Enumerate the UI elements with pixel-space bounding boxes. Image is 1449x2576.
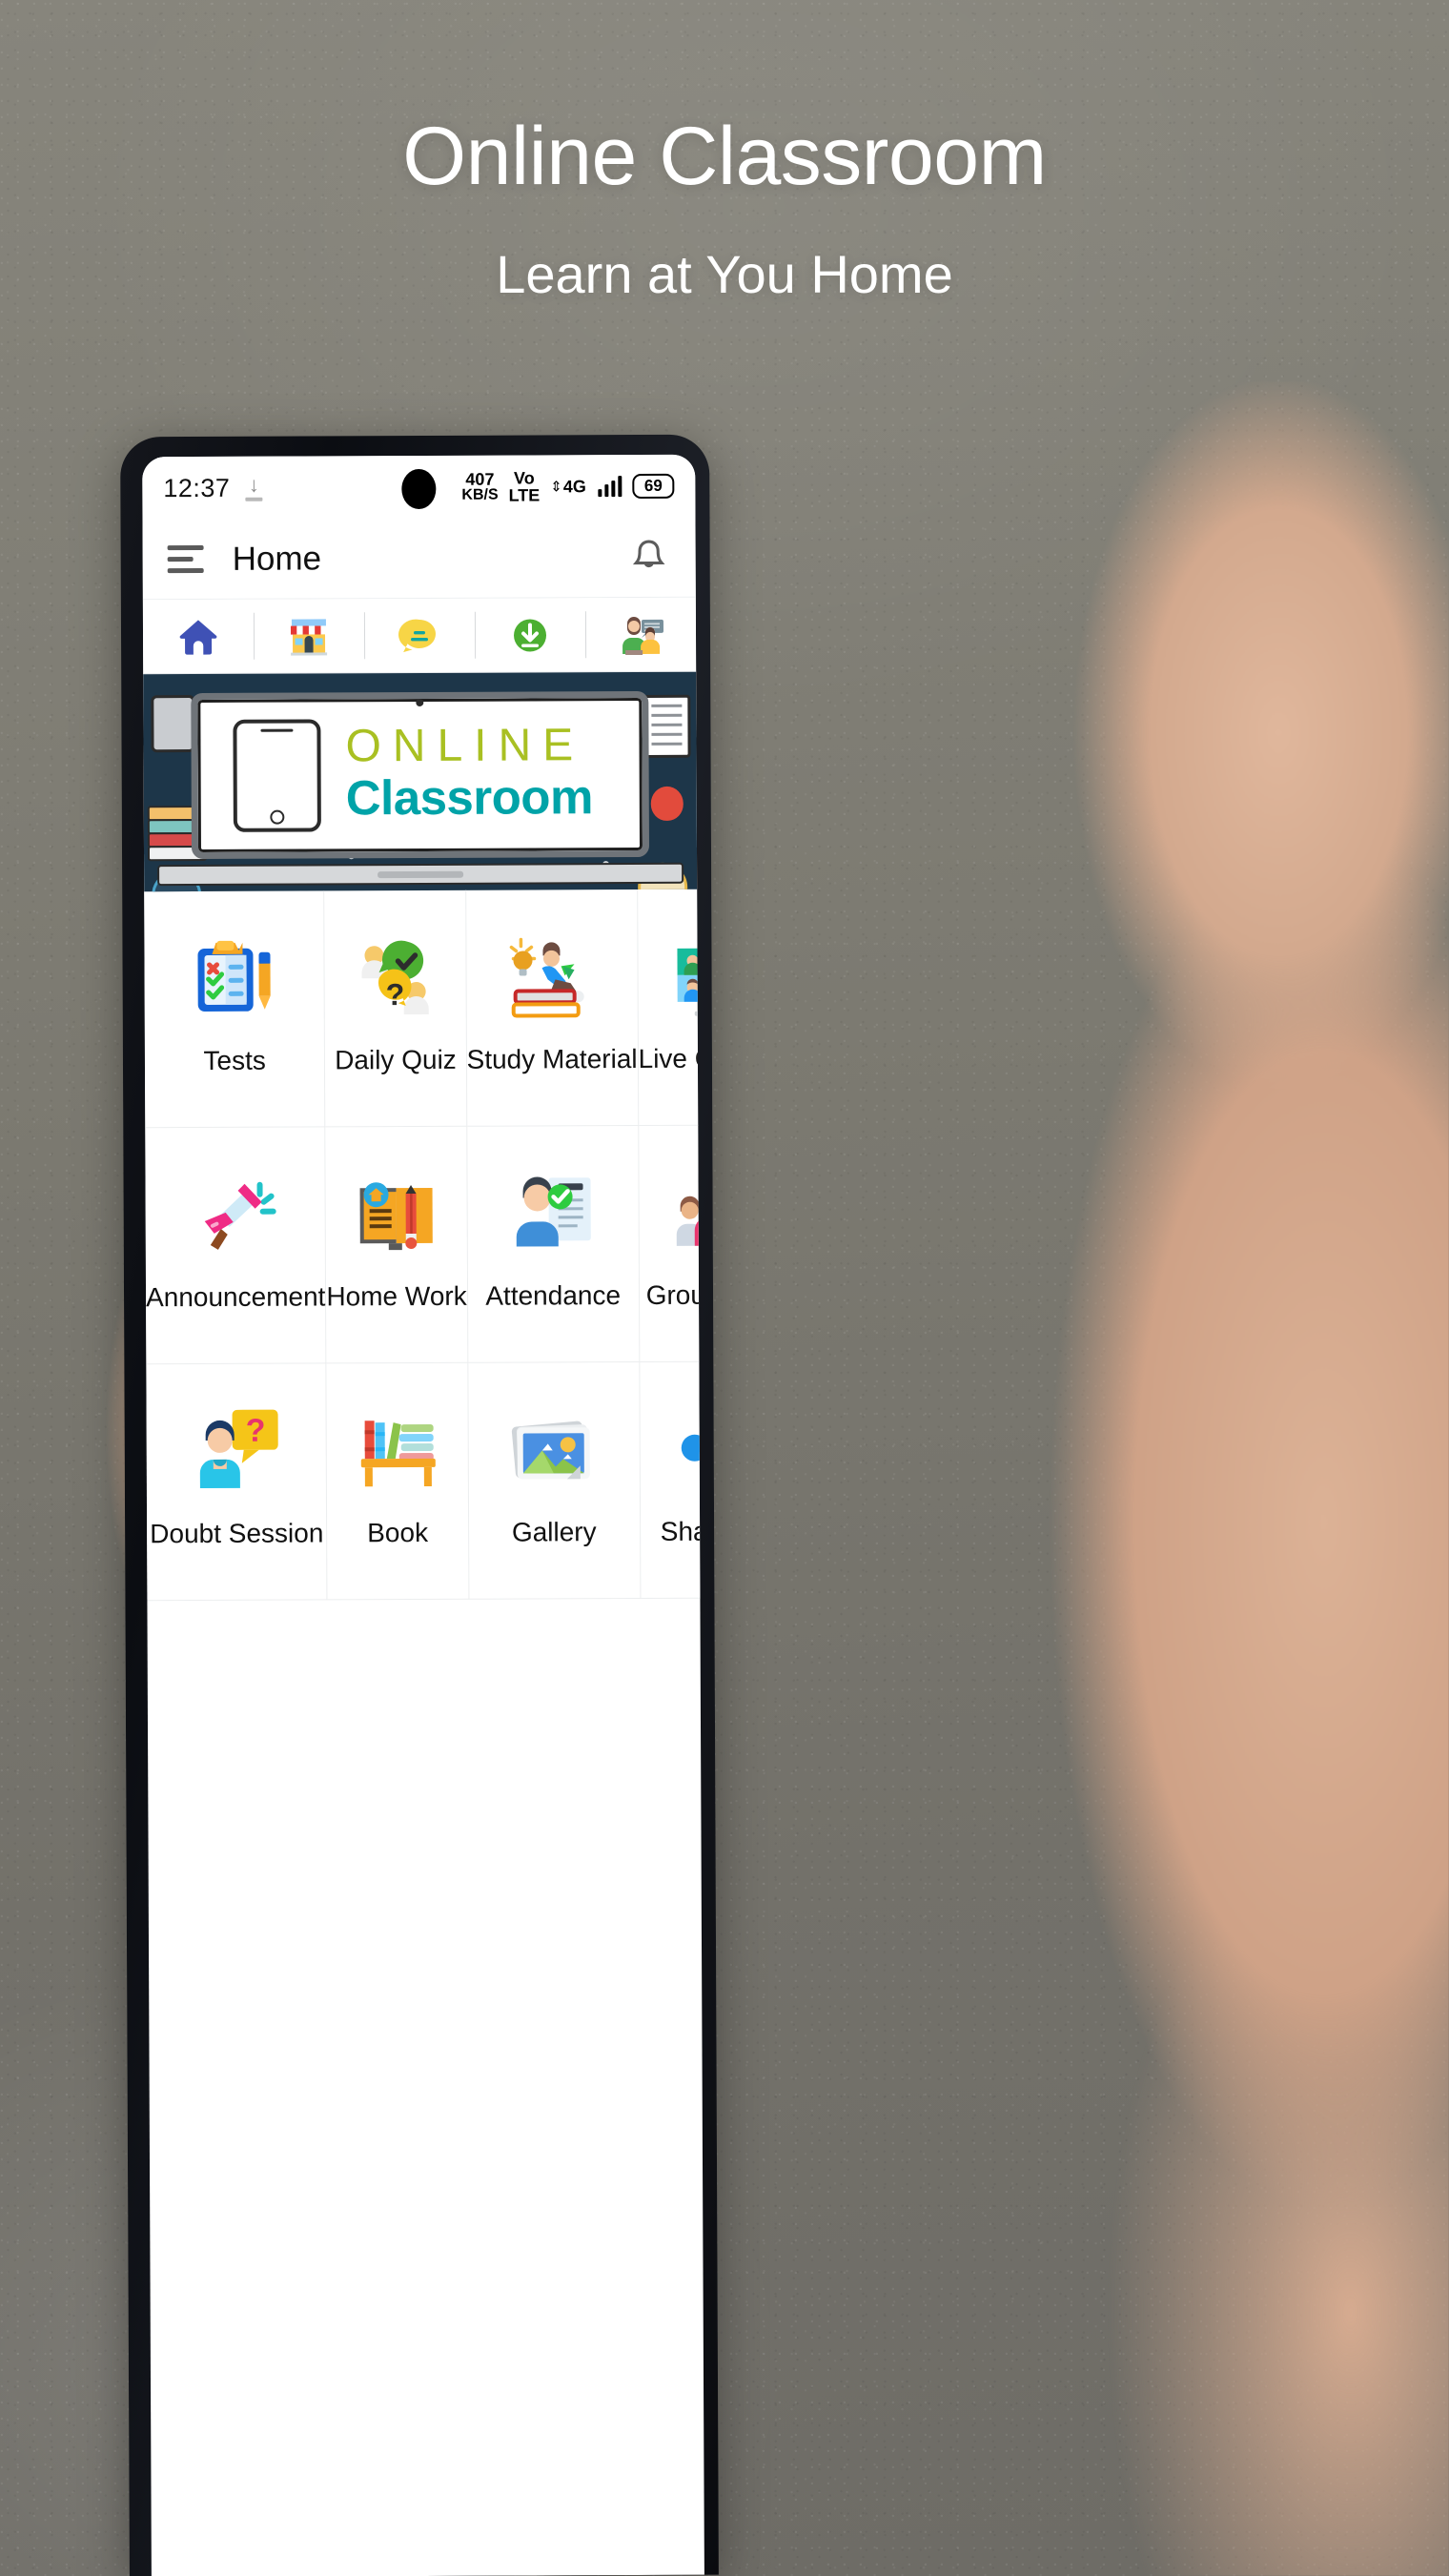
network-speed: 407 KB/S: [461, 469, 499, 503]
papers-decoration: [643, 694, 691, 758]
toolbar-item-chat[interactable]: [364, 599, 475, 673]
monitor-decoration: [151, 695, 195, 753]
status-indicators: 407 KB/S Vo LTE ⇕ 4G 69: [461, 468, 675, 505]
toolbar-item-store[interactable]: [254, 599, 364, 673]
grid-item-book[interactable]: Book: [326, 1362, 470, 1601]
status-bar: 12:37 ↓ 407 KB/S Vo LTE ⇕ 4G 69: [142, 454, 696, 521]
person-question-icon: ?: [191, 1404, 282, 1496]
page-subtitle: Learn at You Home: [496, 243, 953, 304]
app-bar: Home: [142, 517, 696, 601]
app-bar-title: Home: [232, 539, 322, 578]
laptop-screen: ONLINE Classroom: [201, 701, 639, 848]
books-reader-icon: [506, 930, 598, 1021]
network-type-label: 4G: [562, 476, 586, 496]
bell-icon[interactable]: [627, 533, 671, 581]
people-group-icon: [668, 1165, 704, 1257]
store-icon: [290, 618, 328, 656]
grid-item-label: Attendance: [485, 1280, 622, 1311]
toolbar-item-download[interactable]: [475, 598, 585, 672]
volte-line1: Vo: [513, 468, 535, 488]
apple-decoration: [650, 786, 684, 821]
person-checklist-icon: [507, 1166, 599, 1257]
download-arrow-icon: ↓: [245, 473, 263, 501]
grid-item-gallery[interactable]: Gallery: [468, 1361, 642, 1600]
grid-item-doubt-session[interactable]: ? Doubt Session: [146, 1363, 328, 1602]
grid-item-tests[interactable]: Tests: [144, 890, 326, 1129]
status-clock: 12:37: [163, 473, 231, 502]
laptop-illustration: ONLINE Classroom: [191, 690, 650, 860]
teacher-icon: [622, 616, 663, 655]
photos-icon: [508, 1402, 600, 1494]
video-grid-icon: [667, 929, 704, 1020]
grid-item-label: Gallery: [511, 1517, 597, 1547]
book-pencil-icon: [350, 1167, 441, 1258]
feature-grid: Tests ? Daily Quiz Study Material Live C…: [144, 889, 704, 1602]
camera-punch-hole: [401, 468, 437, 510]
chat-bubble-icon: [398, 619, 436, 652]
toolbar-item-teacher[interactable]: [585, 598, 696, 672]
quiz-bubbles-icon: ?: [349, 930, 440, 1022]
grid-item-label: Announcement: [145, 1281, 326, 1313]
net-speed-unit: KB/S: [461, 486, 499, 503]
grid-item-announcement[interactable]: Announcement: [145, 1127, 327, 1365]
phone-screen: 12:37 ↓ 407 KB/S Vo LTE ⇕ 4G 69 Home ONL…: [142, 454, 704, 2576]
grid-item-label: Tests: [203, 1045, 266, 1075]
volte-line2: LTE: [508, 485, 541, 505]
megaphone-icon: [190, 1168, 281, 1259]
quick-toolbar: [142, 597, 697, 675]
signal-bars-icon: [597, 476, 622, 498]
promo-banner[interactable]: ONLINE Classroom: [143, 671, 698, 892]
grid-item-live-classes[interactable]: Live Classes: [637, 889, 704, 1126]
grid-item-label: Share Us: [660, 1516, 704, 1546]
grid-item-label: Group Chat: [645, 1279, 704, 1310]
laptop-camera: [416, 698, 424, 707]
clipboard-test-icon: [189, 931, 280, 1023]
volte-indicator: Vo LTE: [508, 468, 541, 505]
data-arrows-icon: ⇕: [550, 478, 562, 495]
grid-item-attendance[interactable]: Attendance: [466, 1125, 640, 1363]
grid-item-label: Doubt Session: [150, 1518, 324, 1549]
grid-item-label: Home Work: [326, 1280, 467, 1312]
home-icon: [179, 619, 217, 655]
banner-brand-line1: ONLINE: [345, 720, 585, 772]
hamburger-menu-icon[interactable]: [167, 544, 204, 574]
download-circle-icon: [514, 618, 547, 651]
grid-item-label: Daily Quiz: [335, 1044, 457, 1075]
network-type-indicator: ⇕ 4G: [550, 477, 586, 497]
toolbar-item-home[interactable]: [143, 600, 254, 674]
grid-item-group-chat[interactable]: Group Chat: [638, 1125, 704, 1362]
grid-item-study-material[interactable]: Study Material: [465, 889, 639, 1127]
share-nodes-icon: [670, 1401, 704, 1493]
grid-item-label: Live Classes: [638, 1043, 704, 1073]
banner-brand: ONLINE Classroom: [345, 720, 593, 827]
laptop-base: [157, 862, 684, 887]
banner-brand-line2: Classroom: [345, 769, 593, 826]
grid-item-daily-quiz[interactable]: ? Daily Quiz: [324, 889, 467, 1128]
grid-item-home-work[interactable]: Home Work: [325, 1126, 469, 1364]
grid-item-share-us[interactable]: Share Us: [639, 1361, 704, 1599]
promo-headings: Online Classroom Learn at You Home: [0, 112, 1449, 305]
net-speed-value: 407: [465, 469, 495, 489]
svg-text:?: ?: [246, 1413, 266, 1449]
bookshelf-icon: [352, 1403, 443, 1495]
page-title: Online Classroom: [402, 111, 1047, 202]
battery-indicator: 69: [632, 473, 675, 500]
grid-item-label: Study Material: [466, 1043, 638, 1074]
svg-text:?: ?: [386, 977, 405, 1012]
grid-item-label: Book: [367, 1517, 429, 1548]
tablet-illustration: [233, 719, 321, 832]
phone-device: 12:37 ↓ 407 KB/S Vo LTE ⇕ 4G 69 Home ONL…: [120, 434, 719, 2576]
